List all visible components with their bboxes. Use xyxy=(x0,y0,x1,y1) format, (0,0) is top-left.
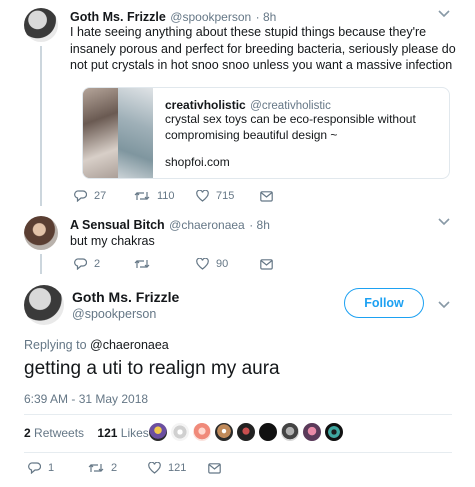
handle[interactable]: @chaeronaea xyxy=(169,218,245,232)
retweet-icon xyxy=(134,258,150,270)
link-card[interactable]: creativholistic @creativholistic crystal… xyxy=(82,87,450,179)
liker-avatar[interactable] xyxy=(280,422,300,442)
message-button[interactable] xyxy=(260,258,273,270)
tweet-text: but my chakras xyxy=(70,234,155,248)
reply-button[interactable]: 27 xyxy=(74,190,134,202)
timestamp[interactable]: · 8h xyxy=(256,10,277,24)
reply-count: 2 xyxy=(94,258,101,270)
handle[interactable]: @spookperson xyxy=(72,307,156,321)
like-button[interactable]: 121 xyxy=(148,462,208,474)
card-handle: @creativholistic xyxy=(250,100,331,112)
main-tweet-text: getting a uti to realign my aura xyxy=(24,358,280,379)
like-icon xyxy=(148,462,161,474)
chevron-down-icon[interactable] xyxy=(438,300,450,312)
like-icon xyxy=(196,258,209,270)
card-text: crystal sex toys can be eco-responsible … xyxy=(165,112,416,142)
engagement-stats: 2 Retweets 121 Likes xyxy=(24,426,149,440)
liker-avatar[interactable] xyxy=(214,422,234,442)
retweets-stat[interactable]: 2 Retweets xyxy=(24,426,87,440)
reply-icon xyxy=(28,462,41,474)
liker-avatar[interactable] xyxy=(236,422,256,442)
like-count: 715 xyxy=(216,190,235,202)
avatar[interactable] xyxy=(24,216,58,250)
display-name[interactable]: Goth Ms. Frizzle xyxy=(72,289,179,305)
message-button[interactable] xyxy=(260,190,273,202)
likes-count: 121 xyxy=(97,426,118,440)
card-image-right xyxy=(118,88,153,178)
liker-avatar[interactable] xyxy=(302,422,322,442)
main-timestamp[interactable]: 6:39 AM - 31 May 2018 xyxy=(24,392,148,406)
like-count: 121 xyxy=(168,462,187,474)
retweet-icon xyxy=(134,190,150,202)
display-name[interactable]: A Sensual Bitch xyxy=(70,218,165,232)
reply-count: 1 xyxy=(48,462,55,474)
retweet-button[interactable] xyxy=(134,258,196,270)
liker-avatar[interactable] xyxy=(324,422,344,442)
tweet-actions: 2 90 xyxy=(74,257,273,271)
timestamp[interactable]: · 8h xyxy=(249,218,270,232)
card-image[interactable] xyxy=(83,88,153,178)
likes-stat[interactable]: 121 Likes xyxy=(97,426,148,440)
avatar[interactable] xyxy=(24,8,58,42)
like-count: 90 xyxy=(216,258,229,270)
like-icon xyxy=(196,190,209,202)
chevron-down-icon[interactable] xyxy=(438,217,450,229)
replying-handle[interactable]: @chaeronaea xyxy=(90,338,169,352)
chevron-down-icon[interactable] xyxy=(438,9,450,21)
message-button[interactable] xyxy=(208,462,221,474)
thread-line xyxy=(40,254,42,274)
divider xyxy=(24,452,452,453)
card-name: creativholistic xyxy=(165,98,246,112)
message-icon xyxy=(260,258,273,270)
retweets-count: 2 xyxy=(24,426,31,440)
thread-line xyxy=(40,46,42,206)
divider xyxy=(24,414,452,415)
reply-icon xyxy=(74,258,87,270)
reply-button[interactable]: 2 xyxy=(74,258,134,270)
liker-avatar[interactable] xyxy=(192,422,212,442)
retweets-label: Retweets xyxy=(34,426,85,440)
reply-icon xyxy=(74,190,87,202)
liker-avatar[interactable] xyxy=(148,422,168,442)
handle[interactable]: @spookperson xyxy=(170,10,251,24)
follow-button[interactable]: Follow xyxy=(344,288,424,318)
retweet-icon xyxy=(88,462,104,474)
card-link[interactable]: shopfoi.com xyxy=(165,154,230,171)
avatar[interactable] xyxy=(24,285,64,325)
display-name[interactable]: Goth Ms. Frizzle xyxy=(70,10,166,24)
liker-avatar[interactable] xyxy=(170,422,190,442)
card-image-left xyxy=(83,88,118,178)
retweet-count: 2 xyxy=(111,462,118,474)
reply-button[interactable]: 1 xyxy=(28,462,88,474)
tweet-actions: 1 2 121 xyxy=(28,461,221,475)
liker-avatars xyxy=(148,422,348,444)
likes-label: Likes xyxy=(120,426,149,440)
message-icon xyxy=(208,462,221,474)
liker-avatar[interactable] xyxy=(258,422,278,442)
replying-to: Replying to @chaeronaea xyxy=(24,338,169,352)
retweet-button[interactable]: 2 xyxy=(88,462,148,474)
like-button[interactable]: 715 xyxy=(196,190,260,202)
tweet-header: A Sensual Bitch @chaeronaea · 8h xyxy=(70,216,270,234)
like-button[interactable]: 90 xyxy=(196,258,260,270)
replying-prefix: Replying to xyxy=(24,338,87,352)
tweet-actions: 27 110 715 xyxy=(74,189,273,203)
message-icon xyxy=(260,190,273,202)
tweet-text: I hate seeing anything about these stupi… xyxy=(70,25,456,72)
reply-count: 27 xyxy=(94,190,107,202)
retweet-button[interactable]: 110 xyxy=(134,190,196,202)
retweet-count: 110 xyxy=(157,190,175,202)
